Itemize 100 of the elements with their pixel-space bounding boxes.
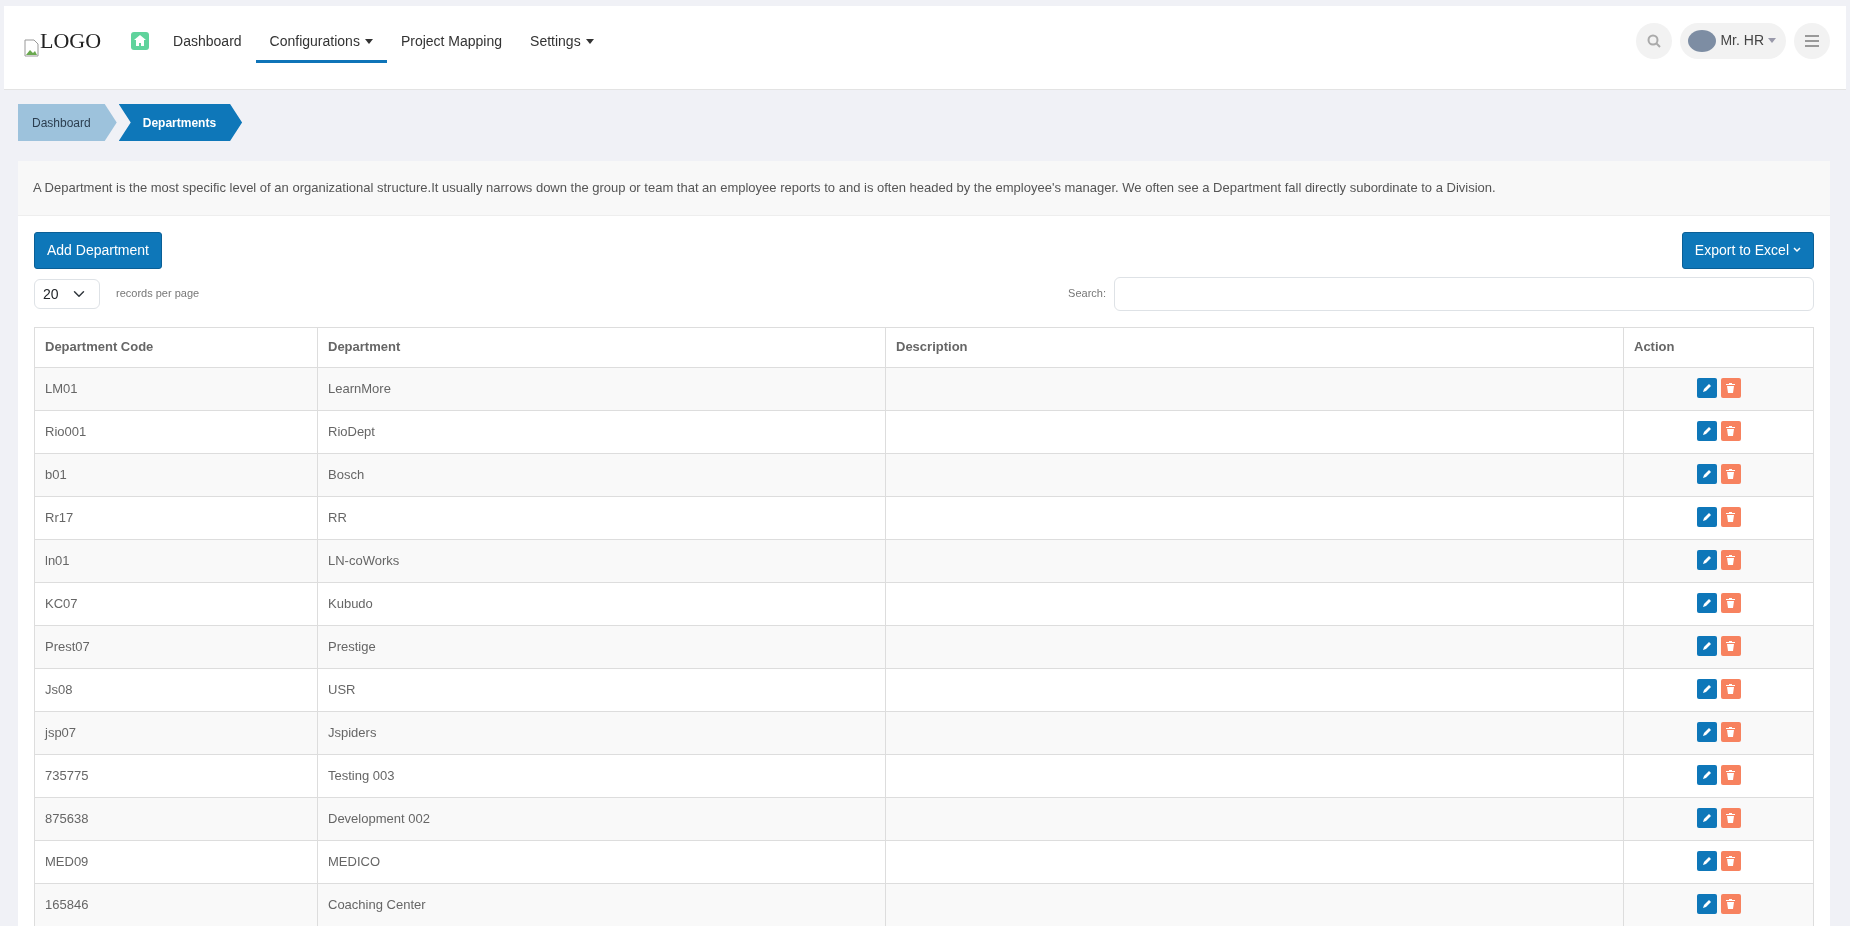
table-cell: RR: [317, 496, 886, 539]
nav-link[interactable]: Project Mapping: [386, 18, 517, 63]
edit-button[interactable]: [1696, 378, 1717, 399]
trash-icon: [1726, 469, 1735, 480]
trash-icon: [1726, 856, 1735, 867]
nav-link[interactable]: Configurations: [255, 18, 387, 63]
table-cell: Coaching Center: [317, 883, 886, 926]
edit-button[interactable]: [1696, 765, 1717, 786]
menu-icon: [1805, 34, 1819, 47]
search-label: Search:: [1068, 286, 1106, 302]
delete-button[interactable]: [1720, 808, 1741, 829]
pencil-icon: [1701, 469, 1712, 480]
trash-icon: [1726, 899, 1735, 910]
delete-button[interactable]: [1720, 550, 1741, 571]
table-cell: Rio001: [34, 410, 318, 453]
chevron-icon: [1793, 247, 1801, 253]
edit-button[interactable]: [1696, 421, 1717, 442]
breadcrumb-item[interactable]: Departments: [118, 104, 243, 141]
edit-button[interactable]: [1696, 593, 1717, 614]
delete-button[interactable]: [1720, 851, 1741, 872]
pencil-icon: [1701, 856, 1712, 867]
avatar-icon: [1688, 29, 1717, 52]
edit-button[interactable]: [1696, 636, 1717, 657]
edit-button[interactable]: [1696, 464, 1717, 485]
column-header[interactable]: Action: [1623, 327, 1814, 367]
search-field[interactable]: [1114, 276, 1814, 311]
column-header[interactable]: Department: [317, 327, 886, 367]
table-cell: Jspiders: [317, 711, 886, 754]
edit-button[interactable]: [1696, 679, 1717, 700]
trash-icon: [1726, 512, 1735, 523]
trash-icon: [1726, 813, 1735, 824]
search-button[interactable]: [1636, 22, 1673, 59]
trash-icon: [1726, 555, 1735, 566]
pencil-icon: [1701, 684, 1712, 695]
home-icon[interactable]: [131, 31, 150, 50]
nav-link[interactable]: Settings: [516, 18, 608, 63]
edit-button[interactable]: [1696, 894, 1717, 915]
table-cell: LearnMore: [317, 367, 886, 410]
delete-button[interactable]: [1720, 765, 1741, 786]
pencil-icon: [1701, 426, 1712, 437]
column-header[interactable]: Description: [885, 327, 1624, 367]
delete-button[interactable]: [1720, 507, 1741, 528]
edit-button[interactable]: [1696, 808, 1717, 829]
table-cell: Js08: [34, 668, 318, 711]
pencil-icon: [1701, 383, 1712, 394]
table-cell: 735775: [34, 754, 318, 797]
description-text: A Department is the most specific level of an organizational structure.It usually narrows down the group or team that an employee reports to and is often headed by the employee's manager. We often see a Department fall directly subordinate to a Division.: [18, 161, 1830, 216]
delete-button[interactable]: [1720, 421, 1741, 442]
trash-icon: [1726, 598, 1735, 609]
table-cell: LN-coWorks: [317, 539, 886, 582]
delete-button[interactable]: [1720, 378, 1741, 399]
nav-link[interactable]: Dashboard: [159, 18, 256, 63]
pencil-icon: [1701, 813, 1712, 824]
table-cell: jsp07: [34, 711, 318, 754]
logo-text: LOGO: [40, 27, 102, 55]
trash-icon: [1726, 641, 1735, 652]
table-cell: USR: [317, 668, 886, 711]
table-cell: ln01: [34, 539, 318, 582]
edit-button[interactable]: [1696, 550, 1717, 571]
trash-icon: [1726, 383, 1735, 394]
pencil-icon: [1701, 899, 1712, 910]
table-cell: Development 002: [317, 797, 886, 840]
delete-button[interactable]: [1720, 722, 1741, 743]
edit-button[interactable]: [1696, 507, 1717, 528]
delete-button[interactable]: [1720, 464, 1741, 485]
table-cell: Prest07: [34, 625, 318, 668]
pencil-icon: [1701, 770, 1712, 781]
breadcrumb-item[interactable]: Dashboard: [18, 104, 117, 141]
trash-icon: [1726, 770, 1735, 781]
export-button[interactable]: Export to Excel: [1681, 231, 1814, 269]
search-icon: [1647, 33, 1662, 48]
table-cell: MED09: [34, 840, 318, 883]
table-cell: 165846: [34, 883, 318, 926]
table-cell: MEDICO: [317, 840, 886, 883]
table-cell: Bosch: [317, 453, 886, 496]
trash-icon: [1726, 727, 1735, 738]
user-menu[interactable]: Mr. HR: [1680, 22, 1786, 59]
pencil-icon: [1701, 641, 1712, 652]
pencil-icon: [1701, 512, 1712, 523]
menu-button[interactable]: [1794, 22, 1830, 59]
delete-button[interactable]: [1720, 679, 1741, 700]
delete-button[interactable]: [1720, 894, 1741, 915]
page-length-select[interactable]: 20: [34, 278, 100, 309]
pencil-icon: [1701, 555, 1712, 566]
table-cell: Kubudo: [317, 582, 886, 625]
caret-icon: [1768, 38, 1776, 43]
delete-button[interactable]: [1720, 593, 1741, 614]
trash-icon: [1726, 426, 1735, 437]
edit-button[interactable]: [1696, 722, 1717, 743]
table-cell: 875638: [34, 797, 318, 840]
table-cell: b01: [34, 453, 318, 496]
edit-button[interactable]: [1696, 851, 1717, 872]
pencil-icon: [1701, 598, 1712, 609]
table-cell: Prestige: [317, 625, 886, 668]
table-cell: RioDept: [317, 410, 886, 453]
delete-button[interactable]: [1720, 636, 1741, 657]
column-header[interactable]: Department Code: [34, 327, 318, 367]
add-department-button[interactable]: Add Department: [34, 231, 162, 269]
table-cell: Rr17: [34, 496, 318, 539]
pencil-icon: [1701, 727, 1712, 738]
